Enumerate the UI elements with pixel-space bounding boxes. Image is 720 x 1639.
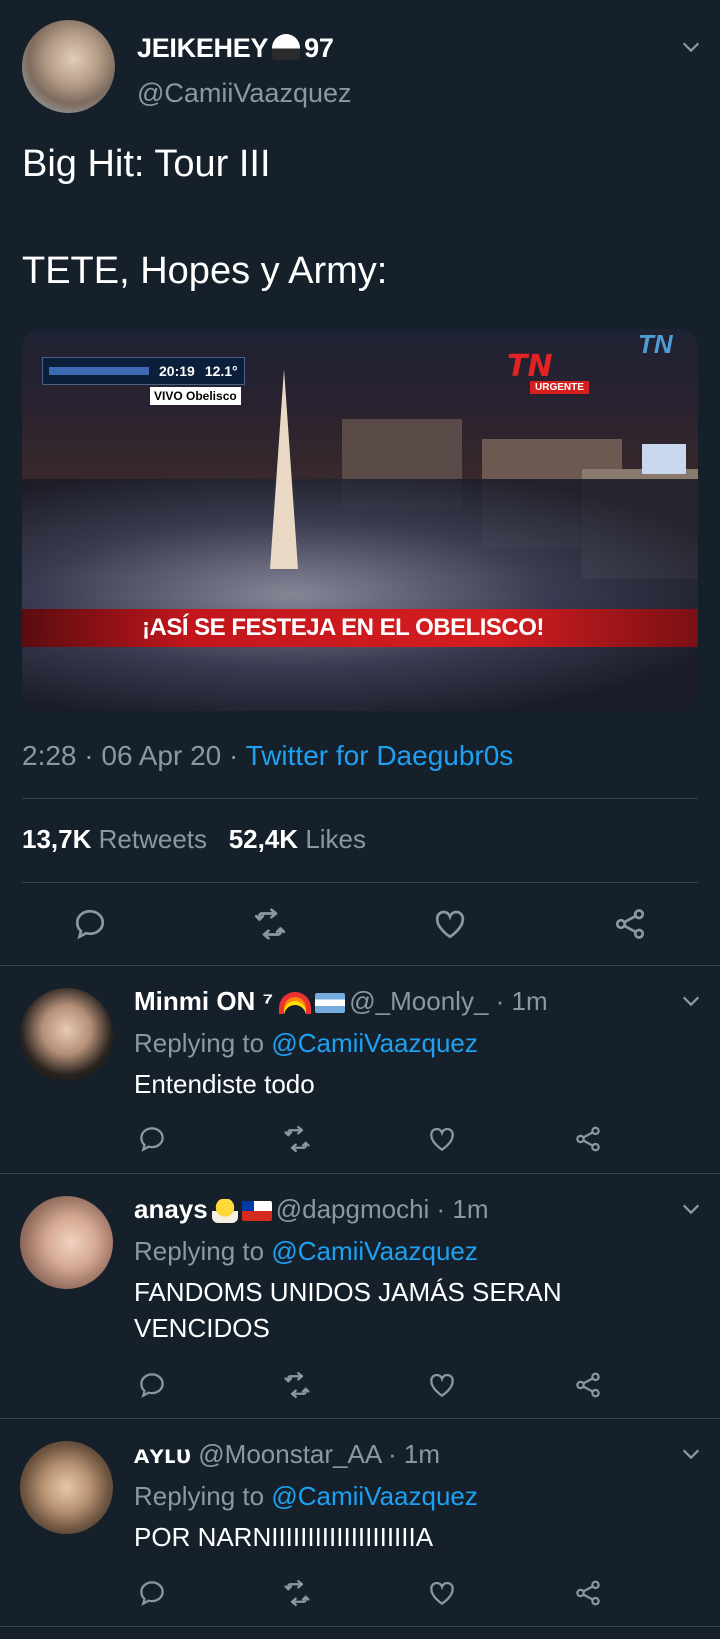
argentina-flag-icon — [315, 993, 346, 1014]
osd-bar-strip — [49, 367, 149, 375]
divider — [0, 1626, 720, 1627]
chevron-down-icon[interactable] — [680, 1443, 702, 1465]
reply-author-name: Minmi ON ⁷ — [134, 986, 274, 1016]
share-icon[interactable] — [573, 1578, 603, 1608]
tweet-text-line-1: Big Hit: Tour III — [22, 143, 271, 185]
divider — [22, 882, 698, 883]
tweet-client-link[interactable]: Twitter for Daegubr0s — [246, 740, 514, 771]
urgente-tag: URGENTE — [530, 381, 589, 394]
replying-to-mention[interactable]: @CamiiVaazquez — [271, 1028, 478, 1058]
reply-avatar[interactable] — [20, 1441, 113, 1534]
reply-author-name: ᴀʏʟᴜ — [134, 1439, 192, 1469]
rainbow-emoji-icon — [279, 992, 312, 1015]
heart-icon[interactable] — [432, 906, 468, 942]
hatching-chick-emoji-icon — [211, 1199, 238, 1224]
likes-count[interactable]: 52,4K — [229, 824, 298, 854]
chevron-down-icon[interactable] — [680, 36, 702, 58]
author-name-text: JEIKEHEY — [137, 33, 269, 63]
replying-to-mention[interactable]: @CamiiVaazquez — [271, 1481, 478, 1511]
tweet-meta: 2:28 · 06 Apr 20 · Twitter for Daegubr0s — [22, 740, 513, 772]
replying-to: Replying to @CamiiVaazquez — [134, 1481, 478, 1512]
divider — [22, 798, 698, 799]
retweet-icon[interactable] — [282, 1124, 312, 1154]
heart-icon[interactable] — [427, 1370, 457, 1400]
osd-time: 20:19 — [159, 363, 195, 379]
chevron-down-icon[interactable] — [680, 1198, 702, 1220]
news-banner: ¡ASÍ SE FESTEJA EN EL OBELISCO! — [22, 609, 698, 647]
tv-osd-bar: 20:19 12.1° — [42, 357, 245, 385]
replying-to: Replying to @CamiiVaazquez — [134, 1028, 478, 1059]
reply-text: POR NARNIIIIIIIIIIIIIIIIIIIIA — [134, 1522, 434, 1552]
chevron-down-icon[interactable] — [680, 990, 702, 1012]
tweet-image[interactable]: 20:19 12.1° VIVO Obelisco TN TN URGENTE … — [22, 329, 698, 711]
share-icon[interactable] — [573, 1124, 603, 1154]
share-icon[interactable] — [573, 1370, 603, 1400]
tweet-text-line-2: TETE, Hopes y Army: — [22, 250, 388, 292]
retweet-icon[interactable] — [252, 906, 288, 942]
retweet-icon[interactable] — [282, 1578, 312, 1608]
likes-label[interactable]: Likes — [305, 824, 366, 854]
reply-icon[interactable] — [137, 1578, 167, 1608]
retweets-count[interactable]: 13,7K — [22, 824, 91, 854]
reply-author[interactable]: Minmi ON ⁷ @_Moonly_ · 1m — [134, 986, 548, 1017]
divider — [0, 1418, 720, 1419]
reply-author-name: anays — [134, 1194, 208, 1224]
retweet-icon[interactable] — [282, 1370, 312, 1400]
share-icon[interactable] — [612, 906, 648, 942]
tweet-stats: 13,7K Retweets 52,4K Likes — [22, 824, 366, 855]
osd-vivo-label: VIVO Obelisco — [150, 387, 241, 405]
replying-to-mention[interactable]: @CamiiVaazquez — [271, 1236, 478, 1266]
tn-watermark: TN — [638, 329, 673, 359]
tweet-timestamp: 2:28 · 06 Apr 20 · — [22, 740, 246, 771]
divider — [0, 1173, 720, 1174]
reply-handle: @dapgmochi · 1m — [275, 1194, 489, 1224]
author-name-suffix: 97 — [304, 33, 334, 63]
author-handle[interactable]: @CamiiVaazquez — [137, 78, 352, 109]
replying-to-label: Replying to — [134, 1481, 272, 1511]
reply-avatar[interactable] — [20, 1196, 113, 1289]
author-display-name[interactable]: JEIKEHEY 97 — [137, 33, 334, 64]
obelisk-shape — [270, 369, 298, 569]
reply-icon[interactable] — [72, 906, 108, 942]
reply-text: FANDOMS UNIDOS JAMÁS SERAN VENCIDOS — [134, 1277, 562, 1343]
tn-logo: TN — [507, 349, 553, 384]
reply-icon[interactable] — [137, 1124, 167, 1154]
author-avatar[interactable] — [22, 20, 115, 113]
crowd-shape — [22, 479, 698, 711]
onigiri-emoji-icon — [272, 34, 301, 60]
chile-flag-icon — [241, 1201, 272, 1222]
reply-avatar[interactable] — [20, 988, 113, 1081]
reply-handle: @Moonstar_AA · 1m — [198, 1439, 440, 1469]
heart-icon[interactable] — [427, 1124, 457, 1154]
osd-temp: 12.1° — [204, 363, 238, 379]
reply-handle: @_Moonly_ · 1m — [349, 986, 548, 1016]
reply-author[interactable]: anays @dapgmochi · 1m — [134, 1194, 489, 1225]
billboard-shape — [642, 444, 686, 474]
replying-to: Replying to @CamiiVaazquez — [134, 1236, 478, 1267]
replying-to-label: Replying to — [134, 1028, 272, 1058]
reply-author[interactable]: ᴀʏʟᴜ @Moonstar_AA · 1m — [134, 1439, 440, 1470]
divider — [0, 965, 720, 966]
reply-icon[interactable] — [137, 1370, 167, 1400]
replying-to-label: Replying to — [134, 1236, 272, 1266]
heart-icon[interactable] — [427, 1578, 457, 1608]
retweets-label[interactable]: Retweets — [99, 824, 207, 854]
reply-text: Entendiste todo — [134, 1069, 315, 1099]
